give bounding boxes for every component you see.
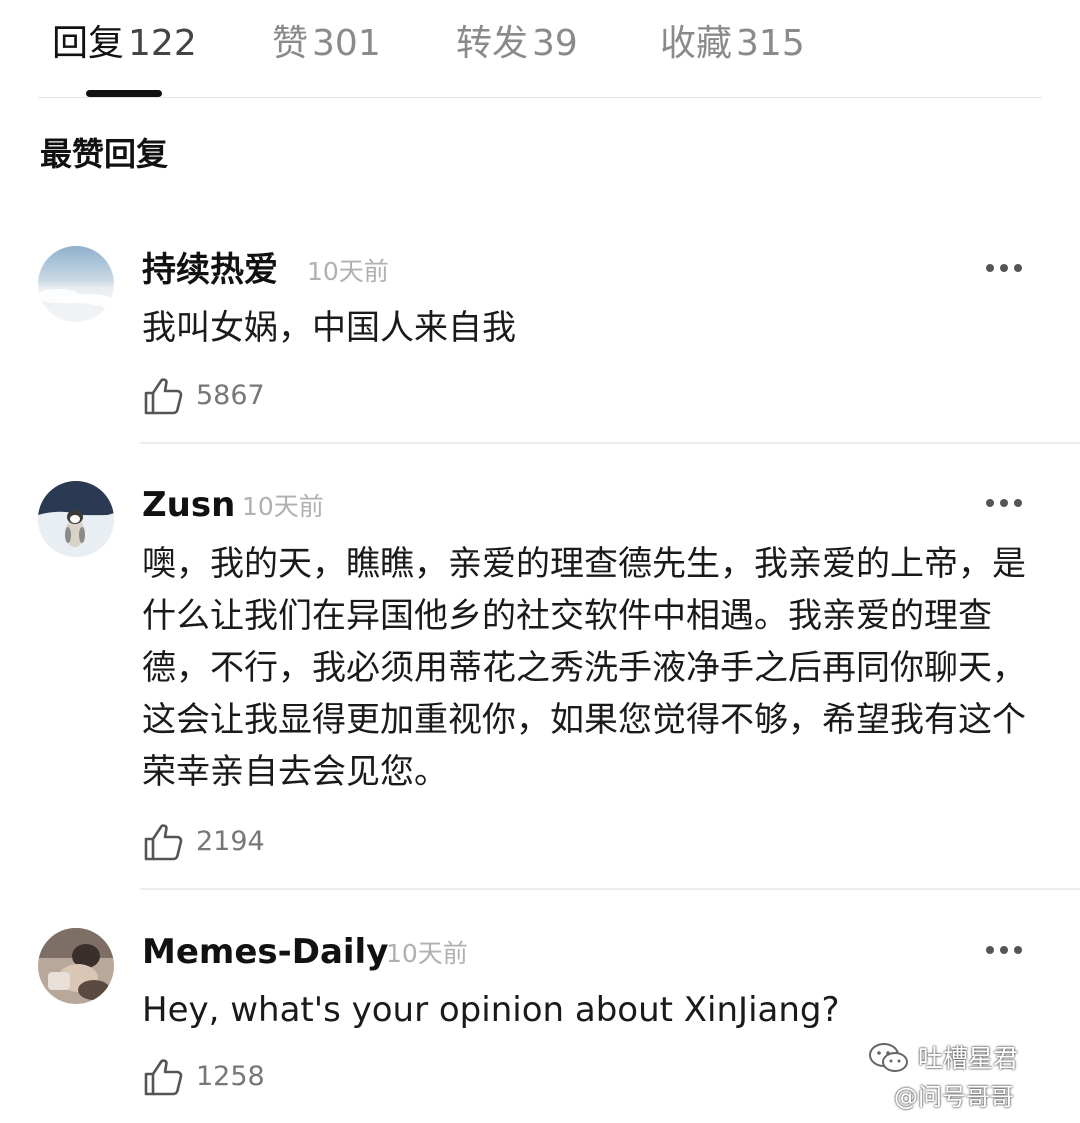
- tab-favorites[interactable]: 收藏 315: [660, 20, 805, 68]
- active-tab-indicator: [86, 90, 162, 97]
- avatar[interactable]: [38, 481, 114, 557]
- avatar[interactable]: [38, 928, 114, 1004]
- tab-label: 转发: [456, 23, 529, 64]
- tab-reposts[interactable]: 转发 39: [456, 20, 578, 68]
- comment-text: 我叫女娲，中国人来自我: [142, 308, 516, 348]
- thumbs-up-icon: [144, 1059, 183, 1096]
- like-count: 2194: [196, 826, 265, 857]
- watermark-line2: @问号哥哥: [894, 1083, 1014, 1111]
- more-icon[interactable]: [984, 493, 1024, 513]
- wechat-icon: [869, 1043, 908, 1072]
- more-icon[interactable]: [984, 258, 1024, 278]
- tab-label: 收藏: [660, 23, 733, 64]
- photo-avatar-image: [38, 928, 114, 1004]
- tab-label: 回复: [52, 23, 125, 64]
- more-icon[interactable]: [984, 940, 1024, 960]
- comment-text: Hey, what's your opinion about XinJiang?: [142, 990, 840, 1030]
- comment-text: 噢，我的天，瞧瞧，亲爱的理查德先生，我亲爱的上帝，是什么让我们在异国他乡的社交软…: [142, 544, 1026, 792]
- thumbs-up-icon: [144, 378, 183, 415]
- tab-replies[interactable]: 回复 122: [52, 20, 197, 68]
- comment-divider: [140, 888, 1080, 890]
- avatar[interactable]: [38, 246, 114, 322]
- tab-label: 赞: [272, 23, 309, 64]
- like-count: 5867: [196, 380, 265, 411]
- comment-divider: [140, 442, 1080, 444]
- comment-time: 10天前: [307, 257, 389, 286]
- username[interactable]: Zusn: [142, 483, 235, 527]
- watermark: 吐槽星君 @问号哥哥: [868, 1039, 1068, 1115]
- section-title: 最赞回复: [40, 135, 169, 173]
- watermark-line1: 吐槽星君: [918, 1044, 1019, 1073]
- clouds-avatar-image: [38, 246, 114, 322]
- penguin-avatar-image: [38, 481, 114, 557]
- comment-time: 10天前: [242, 492, 324, 521]
- tab-count: 301: [312, 23, 381, 64]
- thumbs-up-icon: [144, 824, 183, 861]
- tab-count: 122: [128, 23, 197, 64]
- tab-bar: 回复 122 赞 301 转发 39 收藏 315: [0, 0, 1080, 98]
- tabs-divider: [38, 97, 1042, 98]
- username[interactable]: Memes-Daily: [142, 930, 388, 974]
- tab-likes[interactable]: 赞 301: [272, 20, 381, 68]
- comment-time: 10天前: [386, 939, 468, 968]
- tab-count: 315: [736, 23, 805, 64]
- tab-count: 39: [532, 23, 578, 64]
- like-count: 1258: [196, 1061, 265, 1092]
- username[interactable]: 持续热爱: [142, 248, 278, 292]
